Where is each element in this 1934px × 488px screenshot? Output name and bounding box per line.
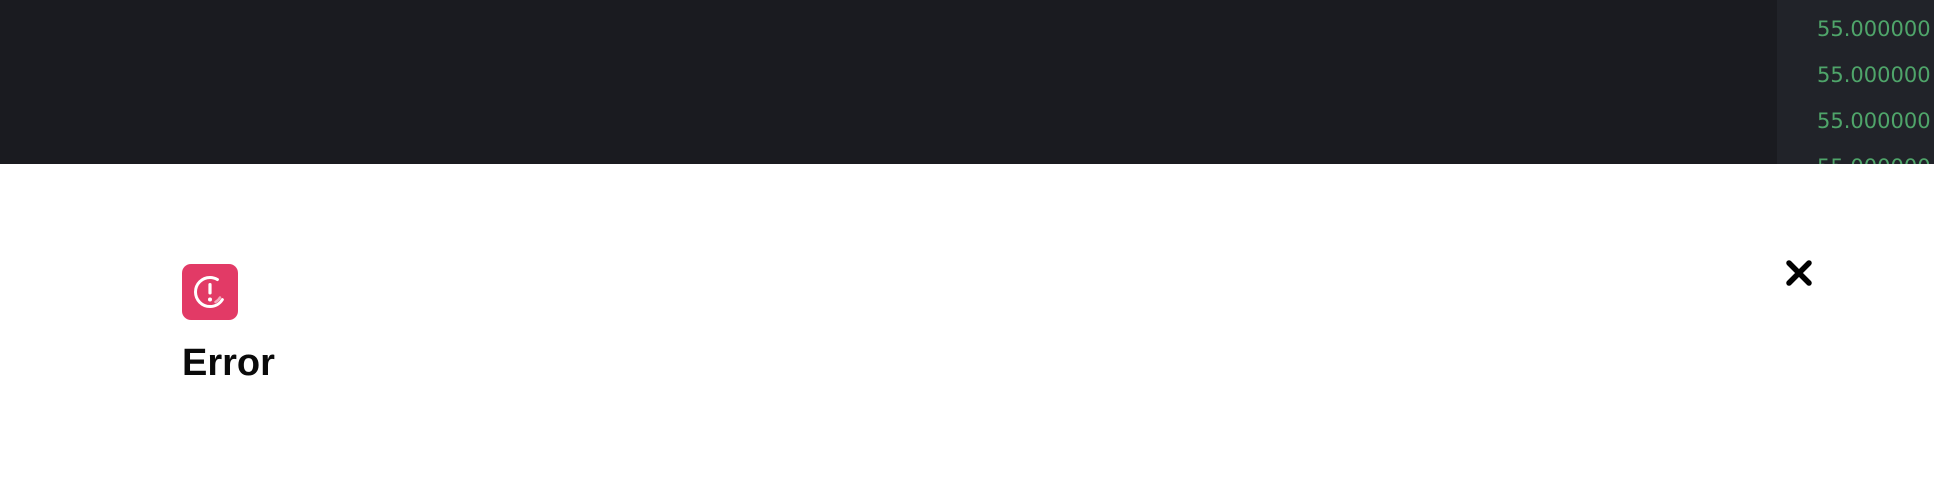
error-modal: Error (0, 164, 1934, 488)
close-icon (1786, 260, 1812, 286)
price-value: 55.000000 (1817, 63, 1931, 87)
alert-circle-icon (182, 264, 238, 320)
modal-title: Error (182, 342, 275, 384)
price-value: 55.000000 (1817, 109, 1931, 133)
alert-circle-icon-glyph (194, 276, 226, 308)
close-button[interactable] (1782, 256, 1816, 290)
price-list: 55.000000 55.000000 55.000000 55.000000 (1817, 14, 1931, 164)
price-value: 55.000000 (1817, 17, 1931, 41)
price-side-panel: 55.000000 55.000000 55.000000 55.000000 (1777, 0, 1934, 164)
price-value: 55.000000 (1817, 152, 1931, 164)
app-root: 55.000000 55.000000 55.000000 55.000000 … (0, 0, 1934, 488)
background-app-area: 55.000000 55.000000 55.000000 55.000000 (0, 0, 1934, 164)
